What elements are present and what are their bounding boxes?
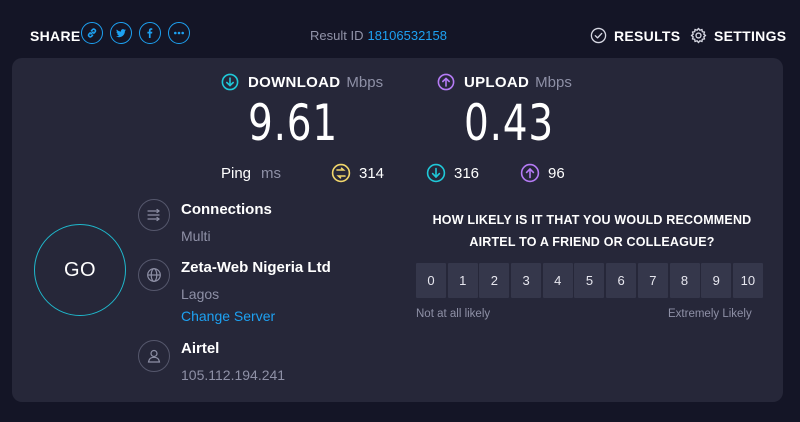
- check-circle-icon: [590, 27, 607, 44]
- server-icon-wrap: [138, 259, 170, 291]
- download-arrow-icon: [221, 73, 239, 91]
- provider-ip: 105.112.194.241: [181, 367, 286, 383]
- scale-option-7[interactable]: 7: [637, 263, 668, 298]
- scale-option-4[interactable]: 4: [542, 263, 573, 298]
- scale-option-0[interactable]: 0: [416, 263, 446, 298]
- user-icon: [147, 349, 161, 363]
- upload-header: UPLOAD Mbps: [437, 73, 572, 91]
- go-button[interactable]: GO: [34, 224, 126, 316]
- results-panel: DOWNLOAD Mbps 9.61 UPLOAD Mbps 0.43 Ping…: [12, 58, 783, 402]
- ping-upload-value: 96: [548, 164, 565, 182]
- server-name: Zeta-Web Nigeria Ltd: [181, 259, 331, 276]
- share-label: SHARE: [30, 28, 81, 44]
- upload-speed-value: 0.43: [464, 94, 554, 152]
- change-server-link[interactable]: Change Server: [181, 308, 275, 324]
- more-icon: [174, 31, 184, 35]
- scale-option-8[interactable]: 8: [669, 263, 700, 298]
- connections-icon: [147, 208, 160, 222]
- scale-option-6[interactable]: 6: [606, 263, 637, 298]
- share-twitter-button[interactable]: [110, 22, 132, 44]
- results-link[interactable]: RESULTS: [590, 27, 680, 44]
- scale-option-5[interactable]: 5: [574, 263, 605, 298]
- result-id-link[interactable]: 18106532158: [367, 28, 447, 43]
- scale-option-9[interactable]: 9: [701, 263, 732, 298]
- scale-option-1[interactable]: 1: [447, 263, 478, 298]
- download-arrow-icon: [426, 163, 446, 183]
- result-id-label: Result ID: [310, 28, 364, 43]
- survey-question: HOW LIKELY IS IT THAT YOU WOULD RECOMMEN…: [412, 209, 772, 253]
- share-link-button[interactable]: [81, 22, 103, 44]
- share-facebook-button[interactable]: [139, 22, 161, 44]
- ping-unit: ms: [261, 164, 282, 182]
- scale-option-10[interactable]: 10: [732, 263, 763, 298]
- jitter-icon: [331, 163, 351, 183]
- upload-arrow-icon: [437, 73, 455, 91]
- facebook-icon: [147, 28, 153, 38]
- scale-high-label: Extremely Likely: [668, 308, 752, 320]
- upload-unit: Mbps: [535, 73, 572, 91]
- survey-question-line-1: HOW LIKELY IS IT THAT YOU WOULD RECOMMEN…: [432, 213, 752, 227]
- provider-icon-wrap: [138, 340, 170, 372]
- share-more-button[interactable]: [168, 22, 190, 44]
- connections-icon-wrap[interactable]: [138, 199, 170, 231]
- results-label: RESULTS: [614, 27, 681, 44]
- scale-option-2[interactable]: 2: [479, 263, 510, 298]
- result-id: Result ID 18106532158: [310, 28, 447, 43]
- download-unit: Mbps: [346, 73, 384, 91]
- ping-label: Ping ms: [221, 162, 281, 184]
- ping-download-value: 316: [454, 164, 480, 182]
- upload-label: UPLOAD: [464, 73, 530, 91]
- upload-arrow-icon: [520, 163, 540, 183]
- ping-upload: 96: [520, 162, 565, 184]
- top-bar: SHARE Result ID 18106532158 RESULTS SETTI…: [0, 0, 800, 58]
- download-speed-value: 9.61: [248, 94, 338, 152]
- ping-title: Ping: [221, 164, 252, 182]
- ping-download: 316: [426, 162, 479, 184]
- recommend-scale: 0 1 2 3 4 5 6 7 8 9 10: [416, 263, 763, 298]
- globe-icon: [147, 268, 161, 282]
- settings-link[interactable]: SETTINGS: [690, 27, 786, 44]
- connections-title: Connections: [181, 201, 272, 218]
- ping-idle: 314: [331, 162, 384, 184]
- server-location: Lagos: [181, 286, 220, 302]
- ping-idle-value: 314: [359, 164, 385, 182]
- gear-icon: [690, 27, 707, 44]
- twitter-icon: [116, 29, 126, 38]
- link-icon: [87, 28, 97, 38]
- survey-question-line-2: AIRTEL TO A FRIEND OR COLLEAGUE?: [469, 235, 715, 249]
- settings-label: SETTINGS: [714, 27, 787, 44]
- connections-value: Multi: [181, 228, 211, 244]
- provider-name: Airtel: [181, 340, 220, 357]
- download-header: DOWNLOAD Mbps: [221, 73, 383, 91]
- download-label: DOWNLOAD: [248, 73, 341, 91]
- scale-option-3[interactable]: 3: [511, 263, 542, 298]
- scale-low-label: Not at all likely: [416, 308, 491, 320]
